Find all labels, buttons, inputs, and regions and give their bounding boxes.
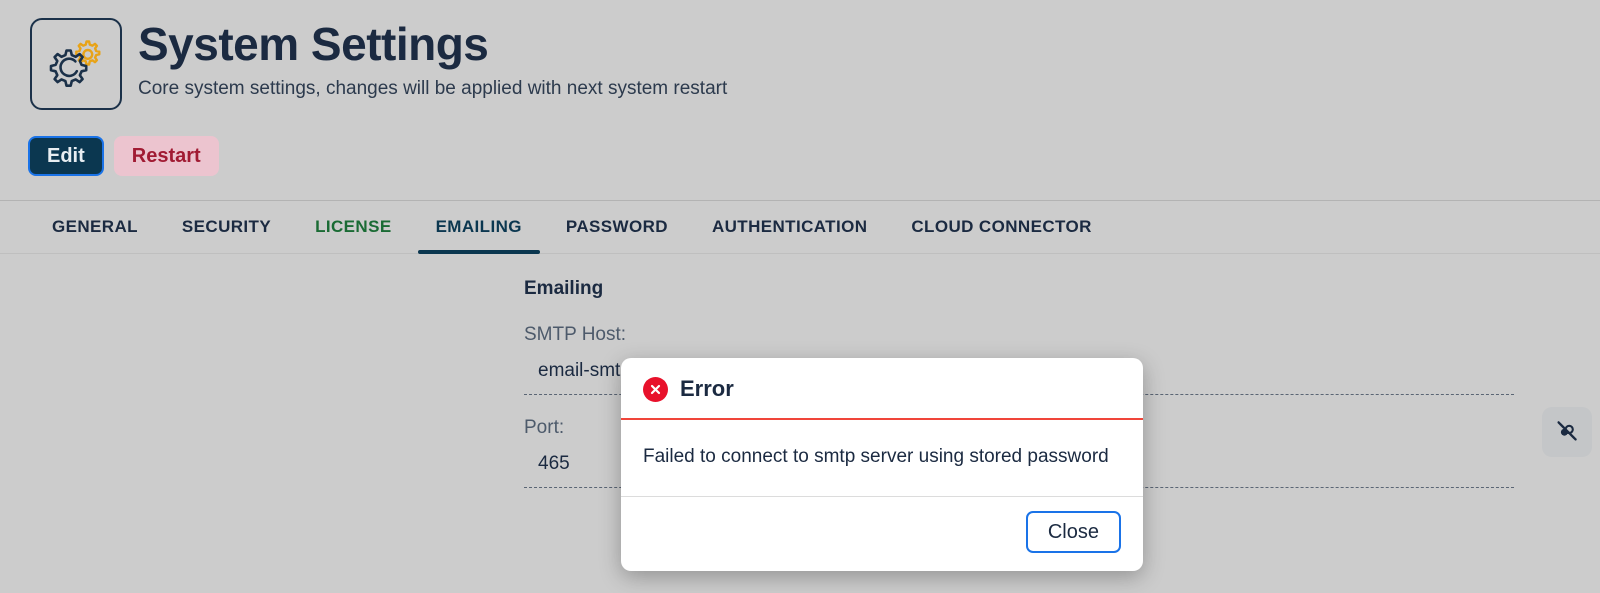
modal-title: Error [680,376,734,401]
section-title: Emailing [524,278,604,299]
error-circle-icon [643,376,668,402]
modal-footer: Close [621,497,1143,571]
header-row: System Settings Core system settings, ch… [0,18,1600,110]
broken-link-icon-button[interactable] [1542,407,1592,457]
tab-list: GENERAL SECURITY LICENSE EMAILING PASSWORD AU… [0,201,1600,254]
tab-license[interactable]: LICENSE [293,201,413,253]
tab-password[interactable]: PASSWORD [544,201,690,253]
close-button[interactable]: Close [1025,511,1121,553]
header-text: System Settings Core system settings, ch… [138,18,727,101]
tab-authentication[interactable]: AUTHENTICATION [690,201,889,253]
tab-general[interactable]: GENERAL [30,201,160,253]
modal-header: Error [621,358,1143,420]
edit-button[interactable]: Edit [28,136,104,176]
gears-settings-icon [30,18,122,110]
page-header: System Settings Core system settings, ch… [0,0,1600,176]
page-title: System Settings [138,18,489,70]
action-bar: Edit Restart [0,136,1600,176]
tab-security[interactable]: SECURITY [160,201,293,253]
modal-message: Failed to connect to smtp server using s… [621,420,1143,497]
restart-button[interactable]: Restart [113,136,219,176]
broken-link-icon [1554,418,1580,447]
page-subtitle: Core system settings, changes will be ap… [138,78,728,100]
tab-emailing[interactable]: EMAILING [414,201,544,254]
field-label: SMTP Host: [524,324,627,345]
error-modal: Error Failed to connect to smtp server u… [621,358,1143,571]
tabs-bar: GENERAL SECURITY LICENSE EMAILING PASSWORD AU… [0,200,1600,254]
tab-cloud-connector[interactable]: CLOUD CONNECTOR [889,201,1113,253]
